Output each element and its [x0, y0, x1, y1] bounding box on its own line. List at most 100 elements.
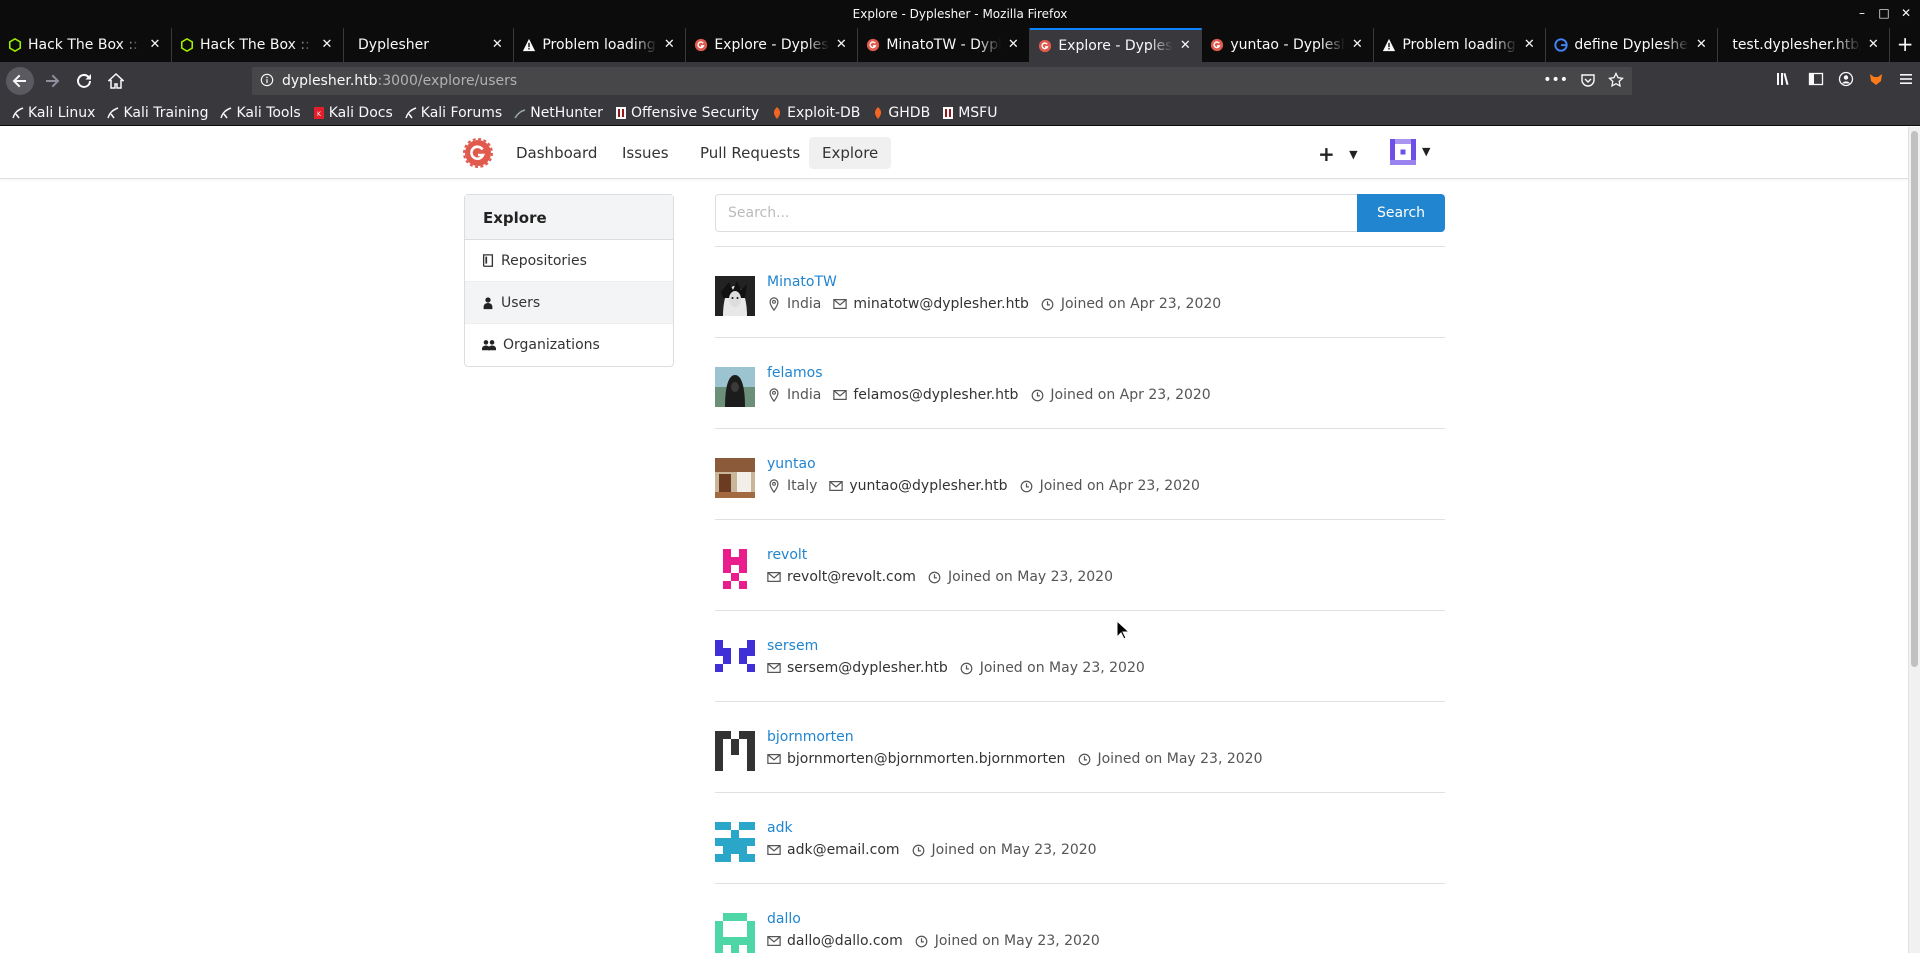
sidebar-item-repositories[interactable]: Repositories [465, 240, 673, 282]
avatar[interactable] [715, 276, 755, 316]
page-content: Dashboard Issues Pull Requests Explore +… [0, 127, 1908, 953]
user-name-link[interactable]: yuntao [767, 456, 816, 472]
menu-icon[interactable] [1898, 71, 1914, 91]
user-name-link[interactable]: bjornmorten [767, 729, 854, 745]
close-tab-icon[interactable]: ✕ [1693, 37, 1709, 53]
browser-tab[interactable]: yuntao - Dyplesher✕ [1202, 28, 1375, 62]
user-name-link[interactable]: revolt [767, 547, 807, 563]
bookmark-star-icon[interactable] [1608, 71, 1624, 92]
bookmark-item[interactable]: Exploit-DB [771, 105, 860, 121]
browser-tab[interactable]: define Dyplesher - Google Search✕ [1546, 28, 1719, 62]
bookmark-item[interactable]: Kali Linux [12, 105, 95, 121]
sidebar-icon[interactable] [1808, 71, 1824, 91]
user-email-link[interactable]: adk@email.com [787, 842, 900, 858]
browser-tab[interactable]: Hack The Box :: Hack The Box✕ [0, 28, 172, 62]
user-email-link[interactable]: dallo@dallo.com [787, 933, 903, 949]
page-actions-icon[interactable]: ••• [1543, 72, 1568, 92]
user-name-link[interactable]: felamos [767, 365, 823, 381]
browser-tab[interactable]: Hack The Box :: Dyplesher✕ [172, 28, 344, 62]
bookmark-label: Kali Training [123, 104, 209, 121]
create-new-dropdown[interactable]: + ▼ [1318, 142, 1358, 166]
user-list-item: adk adk@email.com Joined on May 23, 2020 [715, 793, 1445, 884]
close-tab-icon[interactable]: ✕ [1521, 37, 1537, 53]
back-button[interactable] [6, 67, 34, 95]
avatar[interactable] [715, 549, 755, 589]
url-host: dyplesher.htb [282, 73, 378, 89]
user-email-link[interactable]: sersem@dyplesher.htb [787, 660, 948, 676]
user-name-link[interactable]: adk [767, 820, 793, 836]
close-tab-icon[interactable]: ✕ [1177, 38, 1193, 54]
close-tab-icon[interactable]: ✕ [833, 37, 849, 53]
avatar[interactable] [715, 367, 755, 407]
search-button[interactable]: Search [1357, 194, 1445, 232]
minimize-icon[interactable]: – [1854, 4, 1870, 22]
browser-tab[interactable]: Dyplesher ✕ [344, 28, 515, 62]
user-name-link[interactable]: dallo [767, 911, 801, 927]
sidebar-item-users[interactable]: Users [465, 282, 673, 324]
close-tab-icon[interactable]: ✕ [1349, 37, 1365, 53]
avatar[interactable] [715, 640, 755, 680]
bookmark-item[interactable]: K Kali Docs [313, 105, 393, 121]
forward-button[interactable] [38, 67, 66, 95]
bookmark-item[interactable]: Offensive Security [615, 105, 759, 121]
nav-pull-requests[interactable]: Pull Requests [687, 137, 813, 169]
url-path: :3000/explore/users [377, 73, 518, 89]
close-tab-icon[interactable]: ✕ [661, 37, 677, 53]
close-tab-icon[interactable]: ✕ [319, 37, 335, 53]
user-email-link[interactable]: felamos@dyplesher.htb [853, 387, 1018, 403]
account-icon[interactable] [1838, 71, 1854, 91]
user-email-link[interactable]: bjornmorten@bjornmorten.bjornmorten [787, 751, 1065, 767]
url-bar[interactable]: dyplesher.htb:3000/explore/users ••• [252, 67, 1632, 95]
site-info-icon[interactable] [260, 73, 274, 91]
reload-button[interactable] [70, 67, 98, 95]
foxyproxy-icon[interactable] [1868, 71, 1884, 91]
url-actions: ••• [1543, 71, 1624, 92]
url-text[interactable]: dyplesher.htb:3000/explore/users [282, 73, 517, 89]
new-tab-button[interactable]: + [1890, 28, 1920, 62]
avatar[interactable] [715, 913, 755, 953]
scrollbar-thumb[interactable] [1911, 131, 1918, 667]
user-name-link[interactable]: MinatoTW [767, 274, 837, 290]
pocket-icon[interactable] [1580, 72, 1596, 92]
close-window-icon[interactable]: ✕ [1898, 4, 1914, 22]
location-icon [767, 479, 781, 493]
nav-explore[interactable]: Explore [809, 137, 892, 169]
page-scrollbar[interactable] [1908, 127, 1920, 953]
avatar[interactable] [715, 458, 755, 498]
bookmark-item[interactable]: MSFU [942, 105, 997, 121]
close-tab-icon[interactable]: ✕ [1865, 37, 1881, 53]
nav-dashboard[interactable]: Dashboard [503, 137, 610, 169]
gitea-logo-icon[interactable] [463, 138, 493, 168]
bookmark-item[interactable]: NetHunter [514, 105, 603, 121]
user-email-link[interactable]: revolt@revolt.com [787, 569, 916, 585]
avatar[interactable] [715, 822, 755, 862]
home-button[interactable] [102, 67, 130, 95]
tab-title: Problem loading page [542, 37, 657, 53]
browser-tab[interactable]: MinatoTW - Dyplesher✕ [858, 28, 1031, 62]
nav-issues[interactable]: Issues [609, 137, 682, 169]
clock-icon [915, 934, 929, 948]
user-name-link[interactable]: sersem [767, 638, 818, 654]
maximize-icon[interactable]: □ [1876, 4, 1892, 22]
user-menu-dropdown[interactable]: ▼ [1390, 139, 1430, 167]
browser-tab[interactable]: Explore - Dyplesher✕ [686, 28, 859, 62]
library-icon[interactable] [1776, 71, 1794, 91]
close-tab-icon[interactable]: ✕ [489, 37, 505, 53]
user-email-link[interactable]: yuntao@dyplesher.htb [849, 478, 1007, 494]
browser-tab[interactable]: Problem loading page✕ [514, 28, 687, 62]
close-tab-icon[interactable]: ✕ [147, 37, 163, 53]
bookmark-item[interactable]: Kali Training [107, 105, 208, 121]
sidebar-item-organizations[interactable]: Organizations [465, 324, 673, 366]
window-controls: – □ ✕ [1854, 4, 1914, 22]
browser-tab[interactable]: test.dyplesher.htb/? ✕ [1718, 28, 1891, 62]
search-input[interactable] [715, 194, 1358, 232]
browser-tab[interactable]: Explore - Dyplesher✕ [1030, 28, 1203, 62]
bookmark-item[interactable]: Kali Forums [405, 105, 502, 121]
avatar[interactable] [715, 731, 755, 771]
close-tab-icon[interactable]: ✕ [1005, 37, 1021, 53]
bookmark-item[interactable]: GHDB [872, 105, 930, 121]
bookmark-item[interactable]: Kali Tools [220, 105, 301, 121]
browser-tab[interactable]: Problem loading page✕ [1374, 28, 1547, 62]
user-list-item: MinatoTW India minatotw@dyplesher.htb Joine… [715, 247, 1445, 338]
user-email-link[interactable]: minatotw@dyplesher.htb [853, 296, 1029, 312]
